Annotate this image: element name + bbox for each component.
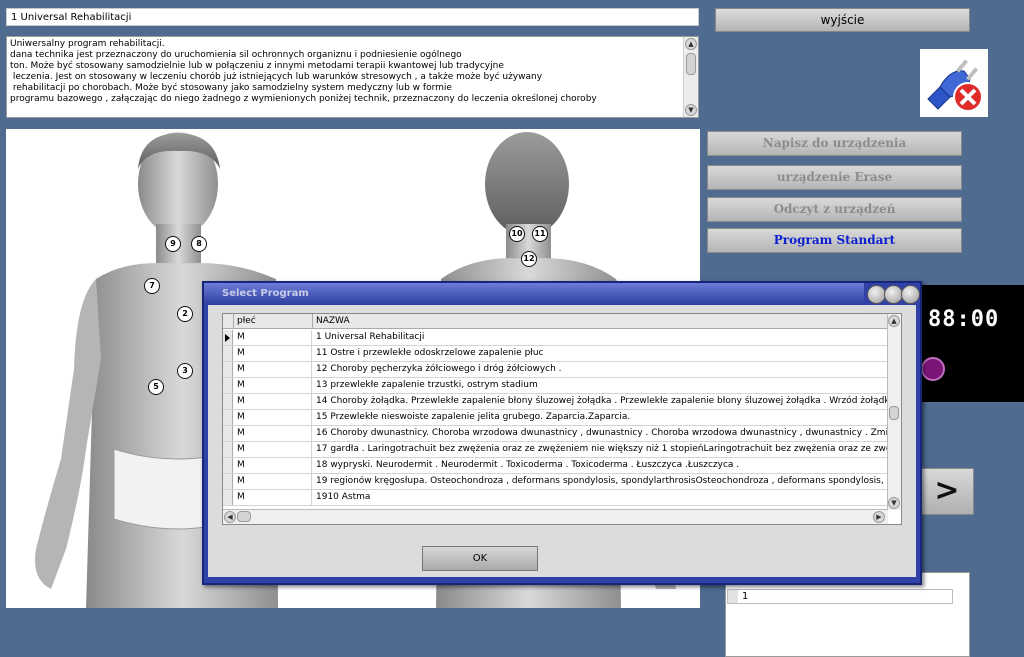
point-12[interactable]: 12	[521, 251, 537, 267]
cell-name: 1910 Astma	[316, 492, 371, 502]
row-indicator	[223, 426, 233, 441]
cell-name: 15 Przewlekłe nieswoiste zapalenie jelit…	[316, 412, 631, 422]
row-indicator	[223, 394, 233, 409]
erase-device-button[interactable]: urządzenie Erase	[707, 165, 962, 190]
timer-knob-icon[interactable]	[921, 357, 945, 381]
column-header-sex[interactable]: płeć	[234, 314, 313, 329]
point-10[interactable]: 10	[509, 226, 525, 242]
header-indicator	[223, 314, 234, 329]
point-11[interactable]: 11	[532, 226, 548, 242]
row-indicator	[223, 378, 233, 393]
table-row[interactable]: M 19 regionów kręgosłupa. Osteochondroza…	[223, 474, 888, 490]
cell-sex: M	[234, 490, 312, 505]
cell-sex: M	[234, 474, 312, 489]
scroll-left-icon[interactable]: ◀	[224, 511, 236, 523]
cell-name: 16 Choroby dwunastnicy. Choroba wrzodowa…	[316, 428, 888, 438]
cell-sex: M	[234, 458, 312, 473]
timer-display: 88:00	[928, 307, 1000, 332]
point-9[interactable]: 9	[165, 236, 181, 252]
grid-horizontal-scrollbar[interactable]: ◀ ▶	[223, 509, 888, 524]
cell-sex: M	[234, 362, 312, 377]
cell-sex: M	[234, 394, 312, 409]
table-row[interactable]: M 17 gardła . Laringotrachuit bez zwężen…	[223, 442, 888, 458]
description-textarea[interactable]: Uniwersalny program rehabilitacji. dana …	[6, 36, 699, 118]
cell-sex: M	[234, 442, 312, 457]
table-row[interactable]: M 1910 Astma	[223, 490, 888, 506]
scroll-right-icon[interactable]: ▶	[873, 511, 885, 523]
cell-sex: M	[234, 410, 312, 425]
scroll-down-icon[interactable]: ▼	[888, 497, 900, 509]
write-to-device-button[interactable]: Napisz do urządzenia	[707, 131, 962, 156]
table-row[interactable]: M 11 Ostre i przewlekłe odoskrzelowe zap…	[223, 346, 888, 362]
list-item[interactable]: 1	[727, 589, 953, 604]
cell-name: 17 gardła . Laringotrachuit bez zwężenia…	[316, 444, 888, 454]
description-scrollbar[interactable]: ▲ ▼	[683, 37, 698, 117]
row-indicator	[223, 474, 233, 489]
row-indicator	[223, 410, 233, 425]
table-row[interactable]: M 12 Choroby pęcherzyka żółciowego i dró…	[223, 362, 888, 378]
standard-program-button[interactable]: Program Standart	[707, 228, 962, 253]
cell-sex: M	[234, 426, 312, 441]
ok-button[interactable]: OK	[422, 546, 538, 571]
cell-name: 12 Choroby pęcherzyka żółciowego i dróg …	[316, 364, 562, 374]
row-indicator	[223, 442, 233, 457]
point-5[interactable]: 5	[148, 379, 164, 395]
scroll-up-icon[interactable]: ▲	[888, 315, 900, 327]
cell-sex: M	[234, 378, 312, 393]
grid-vertical-scrollbar[interactable]: ▲ ▼	[887, 314, 901, 510]
cell-name: 18 wypryski. Neurodermit . Neurodermit .…	[316, 460, 740, 470]
scroll-down-icon[interactable]: ▼	[685, 104, 697, 116]
cell-name: 13 przewlekłe zapalenie trzustki, ostrym…	[316, 380, 538, 390]
row-selected-icon	[223, 330, 233, 345]
table-row[interactable]: M 18 wypryski. Neurodermit . Neurodermit…	[223, 458, 888, 474]
table-row[interactable]: M 14 Choroby żołądka. Przewlekłe zapalen…	[223, 394, 888, 410]
exit-button[interactable]: wyjście	[715, 8, 970, 32]
description-text: Uniwersalny program rehabilitacji. dana …	[10, 39, 597, 104]
table-row[interactable]: M 1 Universal Rehabilitacji	[223, 330, 888, 346]
point-3[interactable]: 3	[177, 363, 193, 379]
point-7[interactable]: 7	[144, 278, 160, 294]
program-title-field[interactable]: 1 Universal Rehabilitacji	[6, 8, 699, 26]
next-button[interactable]: >	[920, 468, 974, 515]
scroll-thumb[interactable]	[889, 406, 899, 420]
close-icon[interactable]	[901, 285, 920, 304]
select-program-dialog: Select Program płeć NAZWA M 1 Universal …	[202, 281, 922, 585]
row-indicator	[223, 346, 233, 361]
row-indicator	[223, 490, 233, 505]
cell-name: 1 Universal Rehabilitacji	[316, 332, 425, 342]
row-indicator	[223, 458, 233, 473]
point-2[interactable]: 2	[177, 306, 193, 322]
cell-name: 19 regionów kręgosłupa. Osteochondroza ,…	[316, 476, 888, 486]
dialog-title: Select Program	[222, 288, 309, 299]
cell-sex: M	[234, 346, 312, 361]
column-header-name[interactable]: NAZWA	[313, 314, 888, 329]
disconnected-plug-icon[interactable]	[920, 49, 988, 117]
scroll-thumb[interactable]	[237, 511, 251, 522]
table-row[interactable]: M 15 Przewlekłe nieswoiste zapalenie jel…	[223, 410, 888, 426]
dialog-titlebar[interactable]: Select Program	[204, 283, 864, 305]
grid-header: płeć NAZWA	[223, 314, 888, 329]
table-row[interactable]: M 16 Choroby dwunastnicy. Choroba wrzodo…	[223, 426, 888, 442]
program-grid[interactable]: płeć NAZWA M 1 Universal Rehabilitacji M…	[222, 313, 902, 525]
list-item-value: 1	[742, 591, 749, 602]
cell-sex: M	[234, 330, 312, 345]
dialog-body: płeć NAZWA M 1 Universal Rehabilitacji M…	[208, 305, 916, 577]
row-indicator	[223, 362, 233, 377]
point-8[interactable]: 8	[191, 236, 207, 252]
scroll-up-icon[interactable]: ▲	[685, 38, 697, 50]
read-from-device-button[interactable]: Odczyt z urządzeń	[707, 197, 962, 222]
cell-name: 14 Choroby żołądka. Przewlekłe zapalenie…	[316, 396, 888, 406]
scroll-thumb[interactable]	[686, 53, 696, 75]
timer-panel: 88:00	[918, 285, 1024, 402]
cell-name: 11 Ostre i przewlekłe odoskrzelowe zapal…	[316, 348, 544, 358]
row-indicator-icon	[728, 590, 738, 603]
table-row[interactable]: M 13 przewlekłe zapalenie trzustki, ostr…	[223, 378, 888, 394]
